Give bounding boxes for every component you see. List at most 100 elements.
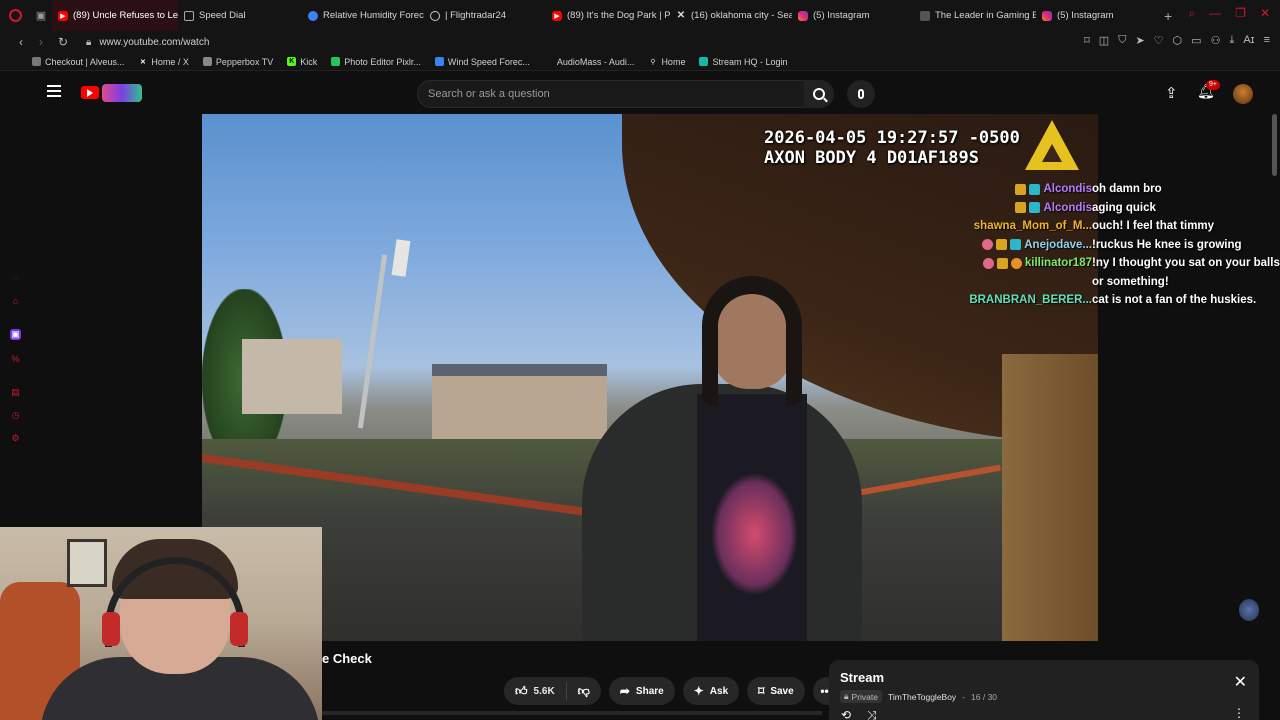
aria-icon[interactable]: ◌ bbox=[10, 271, 21, 282]
menu-icon[interactable]: ≡ bbox=[1264, 34, 1270, 47]
playlist-owner[interactable]: TimTheToggleBoy bbox=[888, 692, 956, 702]
shuffle-icon[interactable]: ⤨ bbox=[867, 708, 877, 720]
close-window-icon[interactable]: ✕ bbox=[1260, 6, 1270, 21]
percent-icon[interactable]: % bbox=[10, 353, 21, 364]
forward-icon[interactable]: › bbox=[32, 35, 50, 49]
bookmarks-bar: Checkout | Alveus... ✕ Home / X Pepperbox… bbox=[0, 53, 1280, 71]
bookmark-pepperbox[interactable]: Pepperbox TV bbox=[202, 57, 273, 67]
tab-youtube-uncle[interactable]: ▶ (89) Uncle Refuses to Let C bbox=[52, 0, 178, 31]
tab-gaming[interactable]: The Leader in Gaming En bbox=[914, 0, 1036, 31]
chat-text: !ruckus He knee is growing bbox=[1092, 238, 1242, 251]
bookmark-audiomass[interactable]: AudioMass - Audi... bbox=[544, 57, 635, 67]
notifications-button[interactable]: 🔔︎ 9+ bbox=[1197, 80, 1220, 103]
shield-icon[interactable]: ⛉ bbox=[1118, 34, 1126, 47]
dislike-button[interactable]: 👎︎ bbox=[567, 677, 601, 705]
chat-user-name: Anejodave... bbox=[1024, 238, 1092, 251]
chat-user-name: Alcondis bbox=[1043, 201, 1092, 214]
youtube-logo-icon[interactable] bbox=[81, 86, 99, 99]
back-icon[interactable]: ‹ bbox=[12, 35, 30, 49]
like-dislike-group: 👍︎ 5.6K 👎︎ bbox=[504, 677, 601, 705]
chat-text: aging quick bbox=[1092, 201, 1156, 214]
bookmark-label: Photo Editor Pixlr... bbox=[344, 56, 421, 67]
tab-dog-park[interactable]: ▶ (89) It's the Dog Park | P bbox=[546, 0, 670, 31]
download-icon[interactable]: ⤓ bbox=[1229, 34, 1234, 47]
bookmark-pixlr[interactable]: Photo Editor Pixlr... bbox=[331, 57, 421, 67]
upload-icon[interactable]: ⇪ bbox=[1165, 84, 1178, 102]
url-field[interactable]: www.youtube.com/watch bbox=[99, 37, 209, 48]
video-title: e Check bbox=[322, 651, 372, 666]
bookmark-label: Kick bbox=[300, 56, 318, 67]
page-scrollbar[interactable] bbox=[1272, 114, 1278, 720]
profile-icon[interactable]: ⚇ bbox=[1211, 34, 1221, 47]
tab-menu-icon[interactable]: ▣ bbox=[30, 9, 52, 22]
save-button[interactable]: ⌑ Save bbox=[747, 677, 805, 705]
tab-instagram[interactable]: (5) Instagram bbox=[792, 0, 914, 31]
search-tabs-icon[interactable]: ⌕ bbox=[1188, 6, 1195, 21]
settings-icon[interactable]: ⚙ bbox=[10, 433, 21, 444]
axon-logo-cutout bbox=[1042, 144, 1062, 162]
voice-search-button[interactable] bbox=[847, 80, 875, 108]
tab-instagram-2[interactable]: (5) Instagram bbox=[1036, 0, 1156, 31]
notes-icon[interactable]: ▤ bbox=[10, 387, 21, 398]
like-button[interactable]: 👍︎ 5.6K bbox=[504, 677, 566, 705]
tab-label: Relative Humidity Foreca: bbox=[323, 10, 424, 21]
stream-chat-overlay: Alcondis oh damn bro Alcondis aging quick sh… bbox=[940, 181, 1280, 311]
extensions-icon[interactable]: ⬡ bbox=[1173, 34, 1183, 47]
close-icon[interactable]: ✕ bbox=[1234, 672, 1247, 692]
bookmark-icon[interactable]: ⌑ bbox=[1084, 34, 1090, 47]
history-icon[interactable]: ◷ bbox=[10, 410, 21, 421]
like-count: 5.6K bbox=[533, 685, 555, 697]
pin-icon: ⚲ bbox=[650, 58, 656, 66]
bookmark-alveus[interactable]: Checkout | Alveus... bbox=[32, 57, 124, 67]
youtube-icon: ▶ bbox=[552, 10, 562, 21]
channel-watermark-icon[interactable] bbox=[1239, 599, 1259, 621]
share-button[interactable]: ➦ Share bbox=[608, 677, 675, 705]
notification-badge: 9+ bbox=[1206, 80, 1220, 90]
minimize-icon[interactable]: — bbox=[1209, 6, 1221, 21]
thumbs-down-icon: 👎︎ bbox=[577, 683, 590, 698]
tab-flightradar[interactable]: | Flightradar24 bbox=[424, 0, 546, 31]
tab-speed-dial[interactable]: Speed Dial bbox=[178, 0, 302, 31]
bag-icon[interactable]: ⌂ bbox=[10, 295, 21, 306]
bookmark-home-x[interactable]: ✕ Home / X bbox=[138, 57, 189, 67]
chat-username: Anejodave... bbox=[982, 239, 1092, 251]
reload-icon[interactable]: ↻ bbox=[54, 35, 72, 49]
twitch-icon[interactable]: ▣ bbox=[10, 329, 21, 340]
playlist-position: 16 / 30 bbox=[971, 691, 998, 702]
tab-label: (16) oklahoma city - Sear bbox=[691, 10, 792, 21]
new-tab-icon[interactable]: + bbox=[1164, 8, 1172, 24]
chat-message: BRANBRAN_BERER... cat is not a fan of the… bbox=[940, 292, 1280, 311]
snapshot-icon[interactable]: ◫ bbox=[1099, 34, 1109, 47]
grid-icon bbox=[184, 10, 194, 21]
youtube-doodle-icon[interactable] bbox=[102, 84, 142, 102]
privacy-label: Private bbox=[851, 691, 878, 702]
search-button[interactable] bbox=[804, 80, 834, 108]
tab-x-search[interactable]: ✕ (16) oklahoma city - Sear bbox=[670, 0, 792, 31]
ask-button[interactable]: ✦ Ask bbox=[682, 677, 740, 705]
chat-message: shawna_Mom_of_M... ouch! I feel that timm… bbox=[940, 218, 1280, 237]
bookmark-kick[interactable]: K Kick bbox=[287, 57, 317, 67]
tab-label: (5) Instagram bbox=[1057, 10, 1114, 21]
ai-icon[interactable]: Aɪ bbox=[1243, 34, 1254, 47]
tab-humidity[interactable]: Relative Humidity Foreca: bbox=[302, 0, 424, 31]
maximize-icon[interactable]: ❐ bbox=[1235, 6, 1246, 21]
bookmark-streamhq[interactable]: Stream HQ - Login bbox=[699, 57, 787, 67]
hamburger-menu-icon[interactable] bbox=[47, 85, 61, 97]
playlist-title[interactable]: Stream bbox=[840, 670, 884, 685]
chat-message: Anejodave... !ruckus He knee is growing bbox=[940, 237, 1280, 256]
scrollbar-thumb[interactable] bbox=[1272, 114, 1277, 176]
address-bar: ‹ › ↻ 🔒︎ www.youtube.com/watch ⌑ ◫ ⛉ ➤ ♡… bbox=[0, 31, 1280, 53]
chat-username: Alcondis bbox=[1015, 183, 1092, 195]
search-input[interactable]: Search or ask a question bbox=[417, 80, 805, 108]
playlist-more-icon[interactable]: ⋮ bbox=[1233, 706, 1245, 720]
lock-icon[interactable]: 🔒︎ bbox=[86, 37, 91, 48]
browser-logo-icon[interactable] bbox=[0, 0, 30, 31]
bookmark-home[interactable]: ⚲ Home bbox=[648, 57, 685, 67]
send-icon[interactable]: ➤ bbox=[1135, 34, 1144, 47]
heart-icon[interactable]: ♡ bbox=[1154, 34, 1164, 47]
avatar[interactable] bbox=[1233, 84, 1253, 104]
bookmark-wind[interactable]: Wind Speed Forec... bbox=[434, 57, 530, 67]
wallet-icon[interactable]: ▭ bbox=[1191, 34, 1201, 47]
loop-icon[interactable]: ⟲ bbox=[841, 708, 851, 720]
youtube-icon: ▶ bbox=[58, 10, 68, 21]
